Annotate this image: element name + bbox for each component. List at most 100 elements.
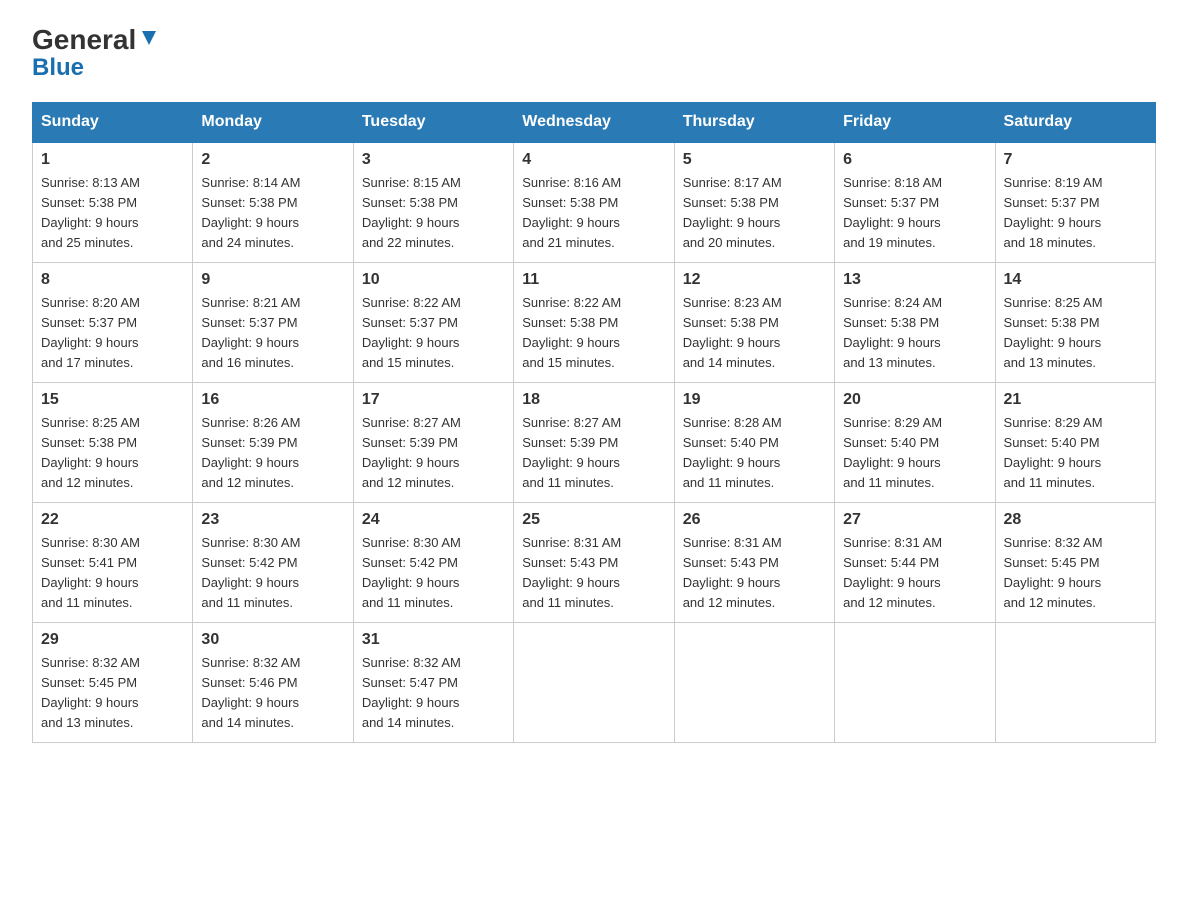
day-info: Sunrise: 8:32 AM Sunset: 5:46 PM Dayligh… [201,653,344,734]
calendar-cell: 5 Sunrise: 8:17 AM Sunset: 5:38 PM Dayli… [674,142,834,262]
day-number: 7 [1004,151,1147,169]
day-number: 22 [41,511,184,529]
day-info: Sunrise: 8:27 AM Sunset: 5:39 PM Dayligh… [522,413,665,494]
calendar-week-row: 22 Sunrise: 8:30 AM Sunset: 5:41 PM Dayl… [33,502,1156,622]
day-info: Sunrise: 8:25 AM Sunset: 5:38 PM Dayligh… [1004,293,1147,374]
day-info: Sunrise: 8:22 AM Sunset: 5:37 PM Dayligh… [362,293,505,374]
day-number: 30 [201,631,344,649]
calendar-cell: 16 Sunrise: 8:26 AM Sunset: 5:39 PM Dayl… [193,382,353,502]
calendar-cell [674,622,834,742]
column-header-thursday: Thursday [674,103,834,143]
day-info: Sunrise: 8:32 AM Sunset: 5:47 PM Dayligh… [362,653,505,734]
logo-first-line: General [32,24,160,56]
day-number: 28 [1004,511,1147,529]
calendar-cell: 6 Sunrise: 8:18 AM Sunset: 5:37 PM Dayli… [835,142,995,262]
day-info: Sunrise: 8:25 AM Sunset: 5:38 PM Dayligh… [41,413,184,494]
calendar-cell: 22 Sunrise: 8:30 AM Sunset: 5:41 PM Dayl… [33,502,193,622]
day-number: 9 [201,271,344,289]
calendar-cell: 28 Sunrise: 8:32 AM Sunset: 5:45 PM Dayl… [995,502,1155,622]
day-number: 8 [41,271,184,289]
day-info: Sunrise: 8:30 AM Sunset: 5:42 PM Dayligh… [362,533,505,614]
logo-text-block: General Blue [32,24,160,82]
column-header-monday: Monday [193,103,353,143]
day-info: Sunrise: 8:29 AM Sunset: 5:40 PM Dayligh… [843,413,986,494]
day-number: 12 [683,271,826,289]
calendar-week-row: 8 Sunrise: 8:20 AM Sunset: 5:37 PM Dayli… [33,262,1156,382]
day-info: Sunrise: 8:13 AM Sunset: 5:38 PM Dayligh… [41,173,184,254]
calendar-cell: 31 Sunrise: 8:32 AM Sunset: 5:47 PM Dayl… [353,622,513,742]
calendar-cell: 9 Sunrise: 8:21 AM Sunset: 5:37 PM Dayli… [193,262,353,382]
day-number: 5 [683,151,826,169]
calendar-cell: 14 Sunrise: 8:25 AM Sunset: 5:38 PM Dayl… [995,262,1155,382]
calendar-cell [995,622,1155,742]
column-header-tuesday: Tuesday [353,103,513,143]
day-info: Sunrise: 8:30 AM Sunset: 5:42 PM Dayligh… [201,533,344,614]
day-info: Sunrise: 8:29 AM Sunset: 5:40 PM Dayligh… [1004,413,1147,494]
logo: General Blue [32,24,160,82]
day-info: Sunrise: 8:14 AM Sunset: 5:38 PM Dayligh… [201,173,344,254]
calendar-cell: 10 Sunrise: 8:22 AM Sunset: 5:37 PM Dayl… [353,262,513,382]
calendar-cell: 21 Sunrise: 8:29 AM Sunset: 5:40 PM Dayl… [995,382,1155,502]
day-info: Sunrise: 8:31 AM Sunset: 5:43 PM Dayligh… [683,533,826,614]
day-number: 26 [683,511,826,529]
day-info: Sunrise: 8:16 AM Sunset: 5:38 PM Dayligh… [522,173,665,254]
day-info: Sunrise: 8:31 AM Sunset: 5:43 PM Dayligh… [522,533,665,614]
column-header-saturday: Saturday [995,103,1155,143]
logo-general-text: General [32,24,136,56]
day-number: 31 [362,631,505,649]
day-number: 24 [362,511,505,529]
calendar-week-row: 1 Sunrise: 8:13 AM Sunset: 5:38 PM Dayli… [33,142,1156,262]
day-number: 15 [41,391,184,409]
day-info: Sunrise: 8:32 AM Sunset: 5:45 PM Dayligh… [41,653,184,734]
calendar-cell: 26 Sunrise: 8:31 AM Sunset: 5:43 PM Dayl… [674,502,834,622]
day-info: Sunrise: 8:24 AM Sunset: 5:38 PM Dayligh… [843,293,986,374]
day-number: 2 [201,151,344,169]
day-number: 29 [41,631,184,649]
day-info: Sunrise: 8:30 AM Sunset: 5:41 PM Dayligh… [41,533,184,614]
calendar-cell: 12 Sunrise: 8:23 AM Sunset: 5:38 PM Dayl… [674,262,834,382]
day-info: Sunrise: 8:21 AM Sunset: 5:37 PM Dayligh… [201,293,344,374]
calendar-cell: 24 Sunrise: 8:30 AM Sunset: 5:42 PM Dayl… [353,502,513,622]
calendar-cell: 17 Sunrise: 8:27 AM Sunset: 5:39 PM Dayl… [353,382,513,502]
calendar-cell: 7 Sunrise: 8:19 AM Sunset: 5:37 PM Dayli… [995,142,1155,262]
calendar-table: SundayMondayTuesdayWednesdayThursdayFrid… [32,102,1156,743]
day-number: 10 [362,271,505,289]
day-number: 16 [201,391,344,409]
day-info: Sunrise: 8:17 AM Sunset: 5:38 PM Dayligh… [683,173,826,254]
calendar-header-row: SundayMondayTuesdayWednesdayThursdayFrid… [33,103,1156,143]
calendar-cell: 1 Sunrise: 8:13 AM Sunset: 5:38 PM Dayli… [33,142,193,262]
calendar-cell: 8 Sunrise: 8:20 AM Sunset: 5:37 PM Dayli… [33,262,193,382]
calendar-week-row: 15 Sunrise: 8:25 AM Sunset: 5:38 PM Dayl… [33,382,1156,502]
logo-blue-text: Blue [32,54,84,82]
calendar-cell: 11 Sunrise: 8:22 AM Sunset: 5:38 PM Dayl… [514,262,674,382]
day-info: Sunrise: 8:27 AM Sunset: 5:39 PM Dayligh… [362,413,505,494]
day-info: Sunrise: 8:28 AM Sunset: 5:40 PM Dayligh… [683,413,826,494]
day-info: Sunrise: 8:20 AM Sunset: 5:37 PM Dayligh… [41,293,184,374]
page-header: General Blue [32,24,1156,82]
day-number: 23 [201,511,344,529]
day-number: 14 [1004,271,1147,289]
day-info: Sunrise: 8:26 AM Sunset: 5:39 PM Dayligh… [201,413,344,494]
calendar-cell: 13 Sunrise: 8:24 AM Sunset: 5:38 PM Dayl… [835,262,995,382]
calendar-cell: 4 Sunrise: 8:16 AM Sunset: 5:38 PM Dayli… [514,142,674,262]
day-number: 17 [362,391,505,409]
calendar-week-row: 29 Sunrise: 8:32 AM Sunset: 5:45 PM Dayl… [33,622,1156,742]
day-number: 20 [843,391,986,409]
day-number: 4 [522,151,665,169]
calendar-cell [514,622,674,742]
day-info: Sunrise: 8:22 AM Sunset: 5:38 PM Dayligh… [522,293,665,374]
day-number: 11 [522,271,665,289]
column-header-wednesday: Wednesday [514,103,674,143]
calendar-cell: 18 Sunrise: 8:27 AM Sunset: 5:39 PM Dayl… [514,382,674,502]
day-info: Sunrise: 8:31 AM Sunset: 5:44 PM Dayligh… [843,533,986,614]
day-info: Sunrise: 8:19 AM Sunset: 5:37 PM Dayligh… [1004,173,1147,254]
day-info: Sunrise: 8:23 AM Sunset: 5:38 PM Dayligh… [683,293,826,374]
day-info: Sunrise: 8:15 AM Sunset: 5:38 PM Dayligh… [362,173,505,254]
column-header-friday: Friday [835,103,995,143]
calendar-cell: 19 Sunrise: 8:28 AM Sunset: 5:40 PM Dayl… [674,382,834,502]
day-number: 21 [1004,391,1147,409]
calendar-cell: 20 Sunrise: 8:29 AM Sunset: 5:40 PM Dayl… [835,382,995,502]
day-number: 1 [41,151,184,169]
day-number: 6 [843,151,986,169]
calendar-cell: 25 Sunrise: 8:31 AM Sunset: 5:43 PM Dayl… [514,502,674,622]
